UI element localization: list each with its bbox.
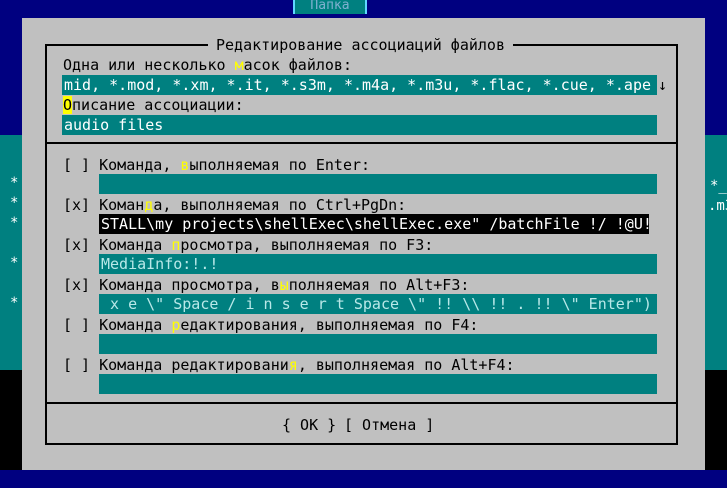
command-label-hotkey: д: [144, 196, 154, 214]
command-label-text: росмотра, выполняемая по F3:: [180, 236, 434, 254]
command-label-text: едактирования, выполняемая по F4:: [180, 316, 479, 334]
command-ctrl-pgdn-input[interactable]: STALL\my projects\shellExec\shellExec.ex…: [99, 214, 649, 234]
panel-file-mark: *: [10, 215, 19, 231]
command-label-text: Команда,: [99, 156, 181, 174]
command-enter-checkbox[interactable]: [ ]: [63, 156, 90, 174]
command-edit-f4-row[interactable]: [ ] Команда редактирования, выполняемая …: [63, 316, 478, 334]
dialog-separator-bottom: [45, 402, 678, 404]
cancel-button[interactable]: [ Отмена ]: [344, 416, 434, 434]
command-view-f3-input[interactable]: MediaInfo:!.!: [99, 254, 657, 274]
command-label-text: Команда: [99, 236, 172, 254]
ok-button[interactable]: { OK }: [282, 416, 336, 434]
panel-file-mark: .m3: [708, 198, 727, 214]
dialog-separator: [45, 142, 678, 144]
description-input[interactable]: audio files: [62, 115, 657, 135]
masks-label-hotkey: м: [234, 56, 244, 74]
command-edit-alt-f4-input[interactable]: [99, 374, 657, 394]
command-label-text: а, выполняемая по Ctrl+PgDn:: [153, 196, 407, 214]
command-ctrl-pgdn-row[interactable]: [x] Команда, выполняемая по Ctrl+PgDn:: [63, 196, 406, 214]
command-label-text: полняемая по Alt+F3:: [288, 276, 470, 294]
command-edit-alt-f4-checkbox[interactable]: [ ]: [63, 356, 90, 374]
command-label-hotkey: ы: [279, 276, 289, 294]
command-edit-f4-input[interactable]: [99, 334, 657, 354]
command-label-text: Команда редактировани: [99, 356, 289, 374]
masks-label: Одна или несколько масок файлов:: [63, 56, 352, 74]
command-view-f3-checkbox[interactable]: [x]: [63, 236, 90, 254]
masks-history-arrow-icon[interactable]: ↓: [658, 75, 667, 95]
command-enter-row[interactable]: [ ] Команда, выполняемая по Enter:: [63, 156, 370, 174]
panel-bottom-bar: [0, 470, 727, 488]
panel-file-mark: *: [10, 255, 19, 271]
description-label: Описание ассоциации:: [63, 96, 244, 114]
dialog-title: Редактирование ассоциаций файлов: [208, 36, 513, 54]
panel-folder-tab[interactable]: Папка: [293, 0, 367, 14]
panel-file-mark: *: [10, 295, 19, 311]
masks-input[interactable]: mid, *.mod, *.xm, *.it, *.s3m, *.m4a, *.…: [62, 75, 657, 95]
command-label-hotkey: я: [288, 356, 298, 374]
masks-label-text: асок файлов:: [243, 56, 352, 74]
panel-file-mark: *: [10, 175, 19, 191]
panel-file-mark: *: [10, 195, 19, 211]
command-label-text: Команда просмотра, в: [99, 276, 280, 294]
command-edit-f4-checkbox[interactable]: [ ]: [63, 316, 90, 334]
command-label-text: Команда: [99, 316, 172, 334]
command-edit-alt-f4-row[interactable]: [ ] Команда редактирования, выполняемая …: [63, 356, 515, 374]
command-view-alt-f3-checkbox[interactable]: [x]: [63, 276, 90, 294]
command-enter-input[interactable]: [99, 174, 657, 194]
masks-label-text: Одна или несколько: [63, 56, 235, 74]
panel-file-mark: *_: [710, 178, 727, 194]
command-ctrl-pgdn-checkbox[interactable]: [x]: [63, 196, 90, 214]
command-label-text: ыполняемая по Enter:: [189, 156, 371, 174]
description-label-hotkey: О: [63, 96, 73, 114]
command-view-alt-f3-row[interactable]: [x] Команда просмотра, выполняемая по Al…: [63, 276, 469, 294]
description-label-text: писание ассоциации:: [72, 96, 244, 114]
command-label-text: , выполняемая по Alt+F4:: [297, 356, 515, 374]
command-view-alt-f3-input[interactable]: x e \" Space / i n s e r t Space \" !! \…: [99, 294, 657, 314]
command-label-text: Коман: [99, 196, 145, 214]
command-view-f3-row[interactable]: [x] Команда просмотра, выполняемая по F3…: [63, 236, 433, 254]
